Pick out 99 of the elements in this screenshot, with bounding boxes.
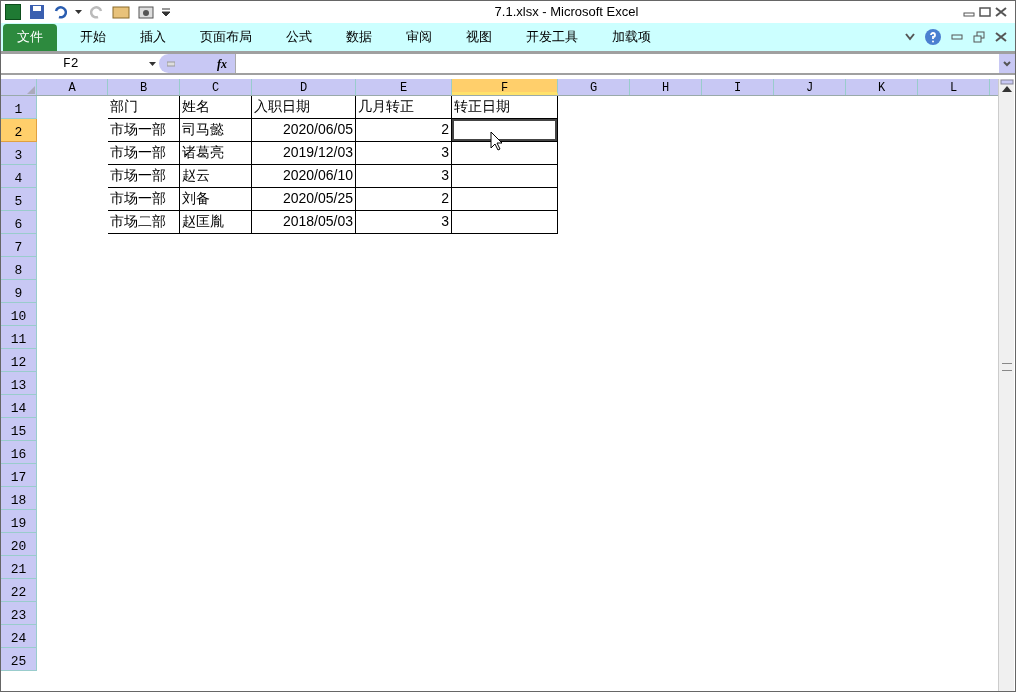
ribbon-tab[interactable]: 公式 — [269, 23, 329, 51]
spreadsheet-app-icon — [5, 4, 21, 20]
row-header[interactable]: 4 — [1, 165, 37, 188]
insert-function-icon[interactable]: fx — [217, 54, 227, 73]
close-icon[interactable] — [995, 7, 1007, 17]
expand-formula-bar-button[interactable] — [999, 54, 1015, 73]
row-header[interactable]: 15 — [1, 418, 37, 441]
window-title: 7.1.xlsx - Microsoft Excel — [493, 3, 640, 22]
undo-icon[interactable] — [53, 5, 67, 19]
row-header[interactable]: 1 — [1, 96, 37, 119]
ribbon-tab[interactable]: 视图 — [449, 23, 509, 51]
ribbon-tab[interactable]: 开发工具 — [509, 23, 595, 51]
row-header[interactable]: 13 — [1, 372, 37, 395]
row-header[interactable]: 14 — [1, 395, 37, 418]
caret-icon[interactable] — [149, 61, 156, 66]
column-header[interactable]: I — [702, 79, 774, 95]
ribbon-tab[interactable]: 数据 — [329, 23, 389, 51]
table-cell-text: 入职日期 — [254, 97, 310, 116]
file-tab[interactable]: 文件 — [3, 23, 57, 51]
table-cell-text: 姓名 — [182, 97, 210, 116]
row-header[interactable]: 5 — [1, 188, 37, 211]
table-cell-text: 3 — [441, 143, 449, 162]
row-header[interactable]: 2 — [1, 119, 37, 142]
column-header[interactable]: H — [630, 79, 702, 95]
row-header[interactable]: 21 — [1, 556, 37, 579]
table-cell-text: 2020/05/25 — [282, 189, 353, 208]
table-cell-text: 2020/06/05 — [282, 120, 353, 139]
row-header[interactable]: 16 — [1, 441, 37, 464]
table-cell-text: 3 — [441, 166, 449, 185]
row-header[interactable]: 23 — [1, 602, 37, 625]
column-header[interactable]: G — [558, 79, 630, 95]
table-cell-text: 2 — [441, 189, 449, 208]
row-header[interactable]: 20 — [1, 533, 37, 556]
table-cell-text: 市场一部 — [110, 120, 166, 139]
row-header[interactable]: 7 — [1, 234, 37, 257]
table-cell-text: 市场一部 — [110, 189, 166, 208]
chevron-icon — [1003, 60, 1011, 67]
empty-cell[interactable] — [452, 188, 558, 211]
row-header[interactable]: 24 — [1, 625, 37, 648]
table-cell-text: 几月转正 — [358, 97, 414, 116]
ribbon-tab[interactable]: 审阅 — [389, 23, 449, 51]
column-header[interactable]: L — [918, 79, 990, 95]
row-header[interactable]: 10 — [1, 303, 37, 326]
restore-icon[interactable] — [973, 31, 985, 43]
column-header[interactable]: D — [252, 79, 356, 95]
table-cell-text: 司马懿 — [182, 120, 224, 139]
table-cell-text: 刘备 — [182, 189, 210, 208]
row-header[interactable]: 19 — [1, 510, 37, 533]
table-cell-text: 3 — [441, 212, 449, 231]
scroll-thumb[interactable] — [1001, 363, 1012, 371]
column-header[interactable]: K — [846, 79, 918, 95]
table-cell-text: 市场一部 — [110, 143, 166, 162]
maximize-icon[interactable] — [979, 7, 991, 17]
empty-cell[interactable] — [452, 165, 558, 188]
close-icon[interactable] — [995, 32, 1007, 42]
caret-icon[interactable] — [75, 10, 82, 14]
ribbon-tab[interactable]: 页面布局 — [183, 23, 269, 51]
table-cell-text: 2019/12/03 — [282, 143, 353, 162]
column-header[interactable]: J — [774, 79, 846, 95]
table-cell-text: 诸葛亮 — [182, 143, 224, 162]
empty-cell[interactable] — [452, 142, 558, 165]
save-icon[interactable] — [29, 4, 45, 20]
camera-icon[interactable] — [138, 5, 154, 19]
row-header[interactable]: 6 — [1, 211, 37, 234]
row-header[interactable]: 17 — [1, 464, 37, 487]
ribbon-tab[interactable]: 开始 — [63, 23, 123, 51]
help-icon[interactable] — [925, 29, 941, 45]
table-cell-text: 赵匡胤 — [182, 212, 224, 231]
vertical-scrollbar[interactable] — [998, 79, 1014, 691]
row-header[interactable]: 8 — [1, 257, 37, 280]
scroll-up-icon[interactable] — [1001, 85, 1012, 93]
table-cell-text: 2018/05/03 — [282, 212, 353, 231]
ribbon-tab[interactable]: 插入 — [123, 23, 183, 51]
name-box[interactable]: F2 — [1, 54, 159, 73]
row-header[interactable]: 18 — [1, 487, 37, 510]
column-header[interactable]: F — [452, 79, 558, 95]
table-cell-text: 市场二部 — [110, 212, 166, 231]
table-cell-text: 2020/06/10 — [282, 166, 353, 185]
table-cell-text: 赵云 — [182, 166, 210, 185]
table-cell-text: 市场一部 — [110, 166, 166, 185]
row-header[interactable]: 3 — [1, 142, 37, 165]
minimize-icon[interactable] — [951, 33, 963, 41]
table-cell-text: 转正日期 — [454, 97, 510, 116]
table-cell-text: 2 — [441, 120, 449, 139]
column-header[interactable]: A — [37, 79, 108, 95]
empty-cell[interactable] — [452, 211, 558, 234]
column-header[interactable]: B — [108, 79, 180, 95]
row-header[interactable]: 22 — [1, 579, 37, 602]
split-handle-icon[interactable] — [999, 79, 1014, 85]
row-header[interactable]: 25 — [1, 648, 37, 671]
row-header[interactable]: 11 — [1, 326, 37, 349]
ribbon-tab[interactable]: 加载项 — [595, 23, 668, 51]
column-header[interactable]: C — [180, 79, 252, 95]
row-header[interactable]: 12 — [1, 349, 37, 372]
mouse-pointer-icon — [490, 131, 502, 151]
customize-caret-icon[interactable] — [162, 8, 170, 16]
chevron-icon[interactable] — [905, 33, 915, 41]
row-header[interactable]: 9 — [1, 280, 37, 303]
table-cell-text: 部门 — [110, 97, 138, 116]
